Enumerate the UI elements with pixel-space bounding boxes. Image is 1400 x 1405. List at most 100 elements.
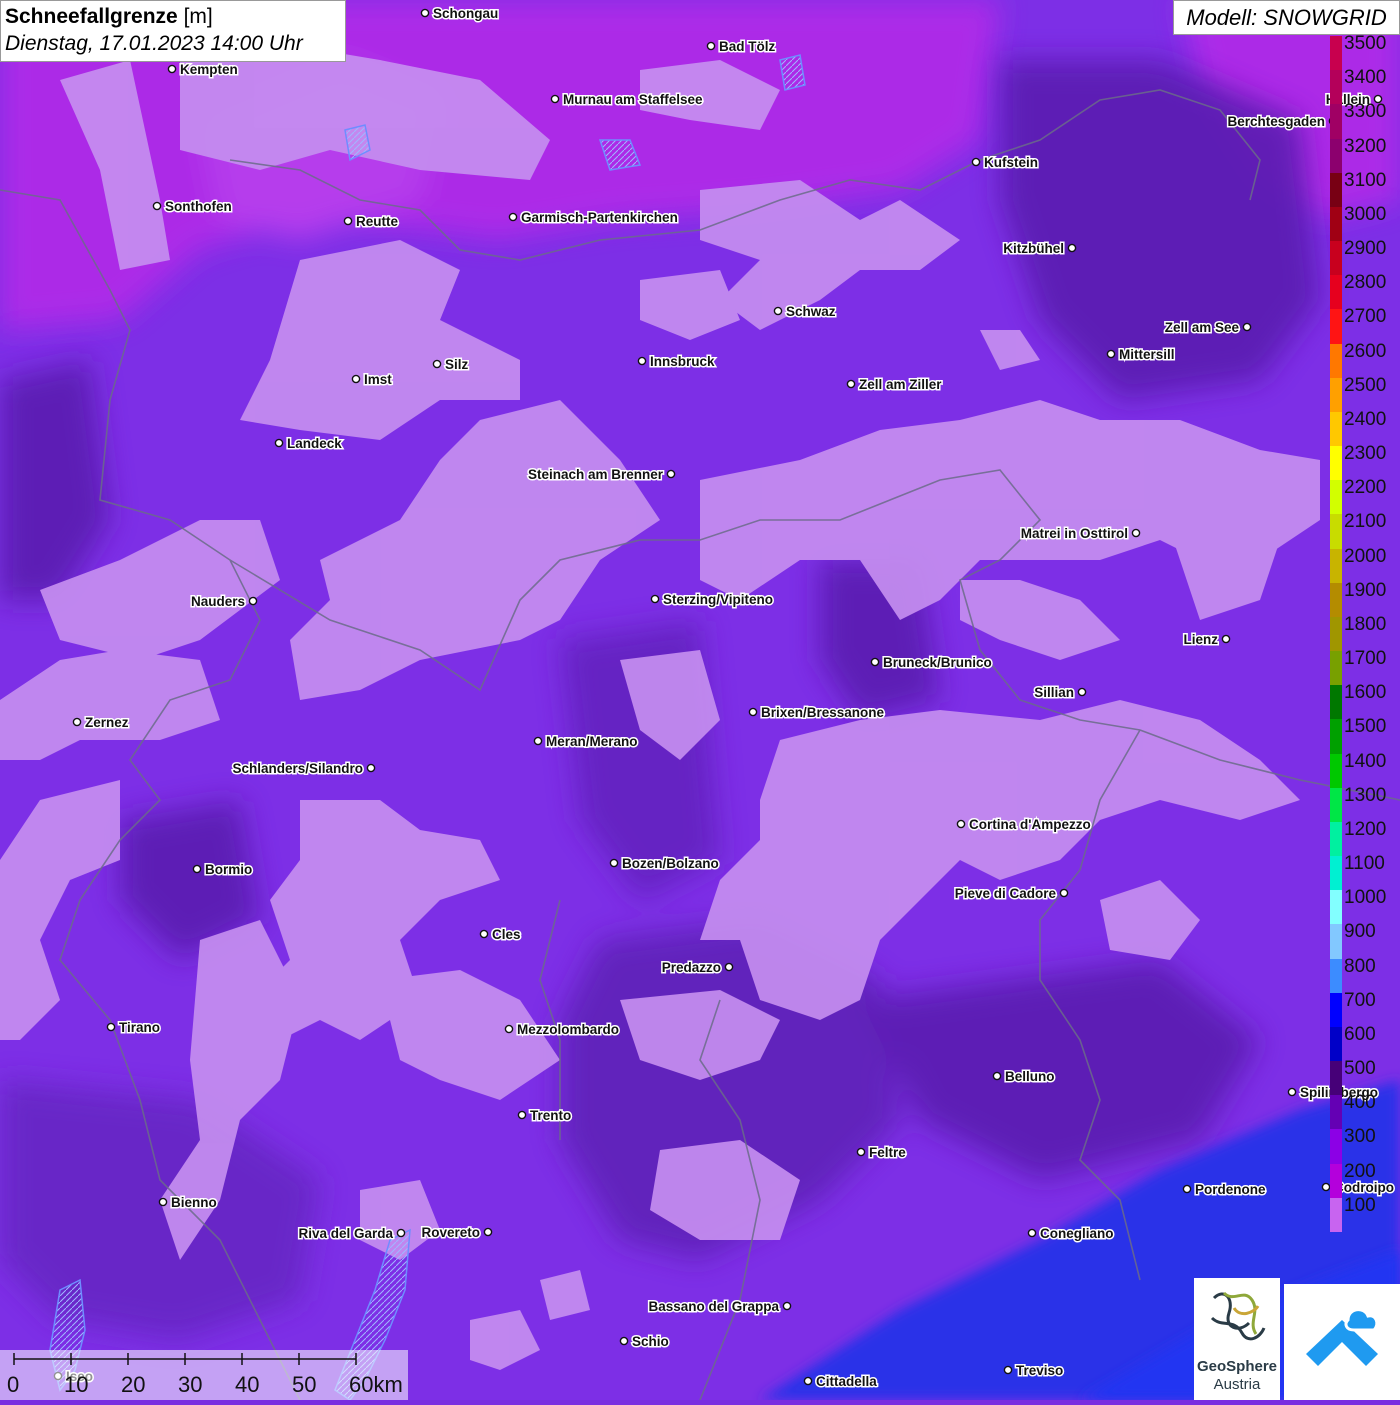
legend-swatch: [1330, 377, 1342, 413]
legend-swatch: [1330, 582, 1342, 618]
city-label: Kempten: [180, 62, 238, 77]
legend-swatch: [1330, 275, 1342, 310]
legend-swatch: [1330, 104, 1342, 139]
legend-swatch: [1330, 241, 1342, 276]
model-label: Modell: SNOWGRID: [1173, 0, 1400, 35]
city-dot: [192, 864, 202, 874]
city-label: Sillian: [1034, 685, 1074, 700]
map-title-label: Schneefallgrenze: [5, 5, 178, 28]
city-dot: [706, 41, 716, 51]
map-date: Dienstag, 17.01.2023 14:00 Uhr: [5, 32, 303, 55]
legend-swatch: [1330, 480, 1342, 515]
city-label: Trento: [530, 1108, 571, 1123]
legend-swatch: [1330, 821, 1342, 857]
legend-swatch: [1330, 753, 1342, 789]
city-marker: Sterzing/Vipiteno: [650, 591, 775, 609]
legend-swatch: [1330, 138, 1342, 174]
city-dot: [504, 1024, 514, 1034]
legend-swatch: [1330, 1129, 1342, 1165]
legend-label: 1800: [1344, 613, 1387, 635]
city-dot: [167, 64, 177, 74]
legend-label: 2000: [1344, 545, 1387, 567]
city-label: Bassano del Grappa: [648, 1299, 779, 1314]
legend-swatch: [1330, 924, 1342, 960]
legend-swatch: [1330, 958, 1342, 994]
city-label: Reutte: [356, 214, 398, 229]
city-dot: [550, 94, 560, 104]
city-label: Treviso: [1016, 1363, 1063, 1378]
city-marker: Berchtesgaden: [1226, 113, 1338, 131]
city-dot: [1059, 888, 1069, 898]
city-dot: [856, 1147, 866, 1157]
city-marker: Brixen/Bressanone: [748, 704, 886, 722]
city-label: Bienno: [171, 1195, 217, 1210]
city-label: Brixen/Bressanone: [761, 705, 885, 720]
city-label: Rovereto: [421, 1225, 480, 1240]
legend-label: 2400: [1344, 408, 1387, 430]
city-marker: Schongau: [420, 5, 500, 23]
city-marker: Bozen/Bolzano: [609, 855, 720, 873]
city-label: Feltre: [869, 1145, 906, 1160]
legend-label: 100: [1344, 1194, 1376, 1216]
city-label: Schio: [632, 1334, 669, 1349]
city-label: Bruneck/Brunico: [883, 655, 992, 670]
legend-label: 1600: [1344, 682, 1387, 704]
city-marker: Bassano del Grappa: [647, 1298, 792, 1316]
city-dot: [1287, 1087, 1297, 1097]
scale-label: 30: [178, 1372, 203, 1397]
scale-bar: 0 10 20 30 40 50 60km: [0, 1350, 408, 1400]
legend-swatch: [1330, 514, 1342, 550]
geosphere-logo-text: GeoSphere: [1196, 1358, 1278, 1375]
city-dot: [366, 763, 376, 773]
city-dot: [637, 356, 647, 366]
city-label: Zell am See: [1165, 320, 1240, 335]
scale-label: 60km: [349, 1372, 403, 1397]
city-label: Nauders: [191, 594, 245, 609]
legend-label: 2700: [1344, 306, 1387, 328]
legend-label: 600: [1344, 1023, 1376, 1045]
city-dot: [870, 657, 880, 667]
city-marker: Sonthofen: [152, 198, 233, 216]
city-marker: Meran/Merano: [533, 733, 639, 751]
legend-swatch: [1330, 719, 1342, 755]
legend-label: 900: [1344, 921, 1376, 943]
city-marker: Conegliano: [1027, 1225, 1115, 1243]
city-dot: [396, 1228, 406, 1238]
legend-label: 3000: [1344, 203, 1387, 225]
city-marker: Mezzolombardo: [504, 1021, 621, 1039]
city-label: Sonthofen: [165, 199, 232, 214]
city-label: Conegliano: [1040, 1226, 1114, 1241]
city-label: Lienz: [1183, 632, 1218, 647]
city-dot: [956, 819, 966, 829]
legend-label: 400: [1344, 1092, 1376, 1114]
city-dot: [971, 157, 981, 167]
city-dot: [782, 1301, 792, 1311]
legend-swatch: [1330, 343, 1342, 379]
legend-swatch: [1330, 309, 1342, 345]
snowfall-map[interactable]: Schongau Bad Tölz Kempten Murnau am Staffel…: [0, 0, 1400, 1400]
city-label: Mittersill: [1119, 347, 1175, 362]
scale-label: 40: [235, 1372, 260, 1397]
city-label: Tirano: [119, 1020, 160, 1035]
city-label: Belluno: [1005, 1069, 1055, 1084]
legend-label: 3300: [1344, 101, 1387, 123]
legend-label: 200: [1344, 1160, 1376, 1182]
legend-label: 3200: [1344, 135, 1387, 157]
city-label: Predazzo: [662, 960, 721, 975]
city-marker: Steinach am Brenner: [526, 466, 676, 484]
city-dot: [1182, 1184, 1192, 1194]
legend-swatch: [1330, 70, 1342, 105]
city-dot: [1027, 1228, 1037, 1238]
legend-label: 2500: [1344, 374, 1387, 396]
legend-label: 1300: [1344, 784, 1387, 806]
weather-app-logo: [1284, 1284, 1400, 1400]
city-marker: Garmisch-Partenkirchen: [508, 209, 679, 227]
city-dot: [748, 707, 758, 717]
city-label: Innsbruck: [650, 354, 715, 369]
city-label: Bad Tölz: [719, 39, 775, 54]
legend-label: 2800: [1344, 272, 1387, 294]
city-marker: Zell am Ziller: [846, 376, 944, 394]
city-label: Murnau am Staffelsee: [563, 92, 703, 107]
city-marker: Zell am See: [1163, 319, 1252, 337]
scale-label: 50: [292, 1372, 317, 1397]
